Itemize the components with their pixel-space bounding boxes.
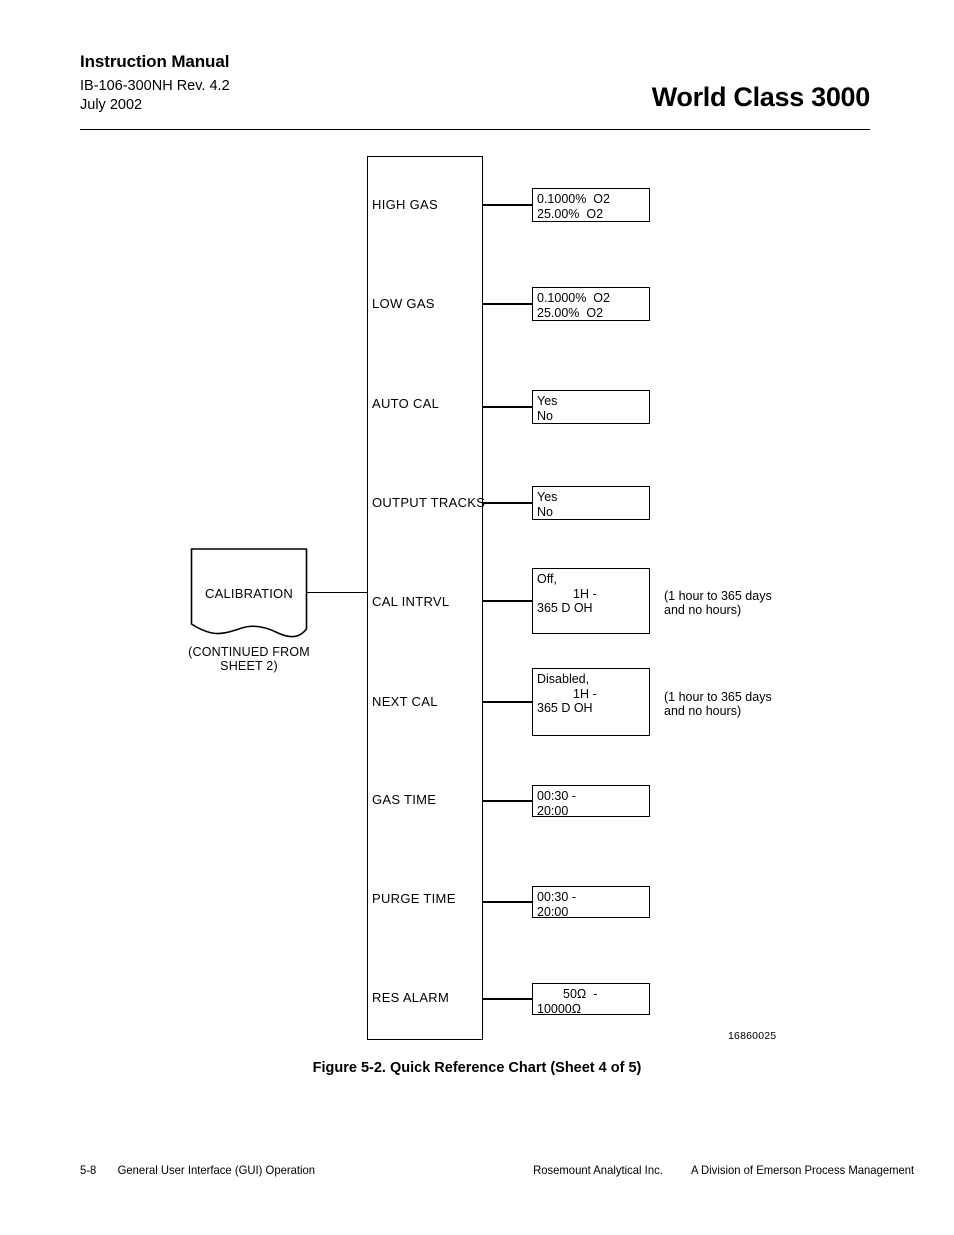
footer-section-title: General User Interface (GUI) Operation xyxy=(117,1163,316,1177)
calibration-connector-line xyxy=(307,592,368,594)
menu-value-line: Yes xyxy=(537,394,558,408)
menu-value-line: 00:30 - xyxy=(537,789,576,803)
page-footer: 5-8 General User Interface (GUI) Operati… xyxy=(80,1163,914,1179)
menu-value-line: 0.1000% O2 xyxy=(537,291,610,305)
menu-connector-line xyxy=(483,406,532,408)
menu-item-label: PURGE TIME xyxy=(372,891,456,906)
calibration-label: CALIBRATION xyxy=(205,586,293,601)
menu-value-box: Yes No xyxy=(532,486,650,520)
menu-value-line: 0.1000% O2 xyxy=(537,192,610,206)
menu-item-label: NEXT CAL xyxy=(372,694,438,709)
menu-connector-line xyxy=(483,800,532,802)
menu-value-box: 0.1000% O2 25.00% O2 xyxy=(532,188,650,222)
menu-value-line: 365 D OH xyxy=(537,601,593,615)
menu-value-line: 10000Ω xyxy=(537,1001,582,1016)
footer-page-number: 5-8 xyxy=(80,1163,97,1177)
menu-value-line: No xyxy=(537,504,553,519)
menu-connector-line xyxy=(483,501,532,505)
menu-item-label: AUTO CAL xyxy=(372,396,440,411)
menu-value-line: 25.00% O2 xyxy=(537,206,604,221)
quick-reference-chart-figure: CALIBRATION (CONTINUED FROM SHEET 2) HIG… xyxy=(0,0,954,1100)
menu-value-line: 20:00 xyxy=(537,904,569,919)
menu-value-line: Disabled, xyxy=(537,672,590,686)
menu-value-line: Off, xyxy=(537,572,557,586)
menu-item-label: LOW GAS xyxy=(372,296,435,311)
menu-value-line: 50Ω - xyxy=(563,987,598,1001)
drawing-number: 16860025 xyxy=(728,1030,777,1042)
menu-connector-line xyxy=(483,997,532,1001)
menu-item-label: RES ALARM xyxy=(372,990,450,1005)
menu-value-box: 00:30 -20:00 xyxy=(532,886,650,919)
menu-value-line: 00:30 - xyxy=(537,890,576,904)
menu-connector-line xyxy=(483,599,532,603)
menu-range-note: (1 hour to 365 days and no hours) xyxy=(664,589,772,617)
menu-value-line: 1H - xyxy=(573,686,597,701)
menu-connector-line xyxy=(483,901,532,903)
menu-value-box: 00:30 -20:00 xyxy=(532,785,650,818)
footer-division: A Division of Emerson Process Management xyxy=(691,1163,915,1177)
menu-item-label: OUTPUT TRACKS xyxy=(372,495,486,510)
menu-value-line: 25.00% O2 xyxy=(537,305,604,320)
menu-connector-line xyxy=(483,303,532,305)
menu-item-label: CAL INTRVL xyxy=(372,594,450,609)
calibration-source-box: CALIBRATION xyxy=(190,548,308,644)
menu-value-line: Yes xyxy=(537,490,558,504)
menu-value-box: Yes No xyxy=(532,390,650,424)
menu-value-line: 20:00 xyxy=(537,803,569,818)
menu-connector-line xyxy=(483,204,532,206)
menu-value-line: 1H - xyxy=(573,586,597,601)
menu-range-note: (1 hour to 365 days and no hours) xyxy=(664,690,772,718)
menu-value-box: 50Ω -10000Ω xyxy=(532,983,650,1016)
footer-company: Rosemount Analytical Inc. xyxy=(533,1163,663,1177)
menu-value-box: 0.1000% O2 25.00% O2 xyxy=(532,287,650,321)
figure-caption: Figure 5-2. Quick Reference Chart (Sheet… xyxy=(312,1060,642,1076)
menu-item-label: GAS TIME xyxy=(372,792,437,807)
menu-item-label: HIGH GAS xyxy=(372,197,438,212)
menu-value-line: No xyxy=(537,408,553,423)
menu-value-line: 365 D OH xyxy=(537,701,593,715)
menu-value-box: Off, 1H -365 D OH xyxy=(532,568,650,634)
menu-value-box: Disabled, 1H -365 D OH xyxy=(532,668,650,736)
calibration-continued-note: (CONTINUED FROM SHEET 2) xyxy=(188,645,310,673)
menu-connector-line xyxy=(483,700,532,704)
